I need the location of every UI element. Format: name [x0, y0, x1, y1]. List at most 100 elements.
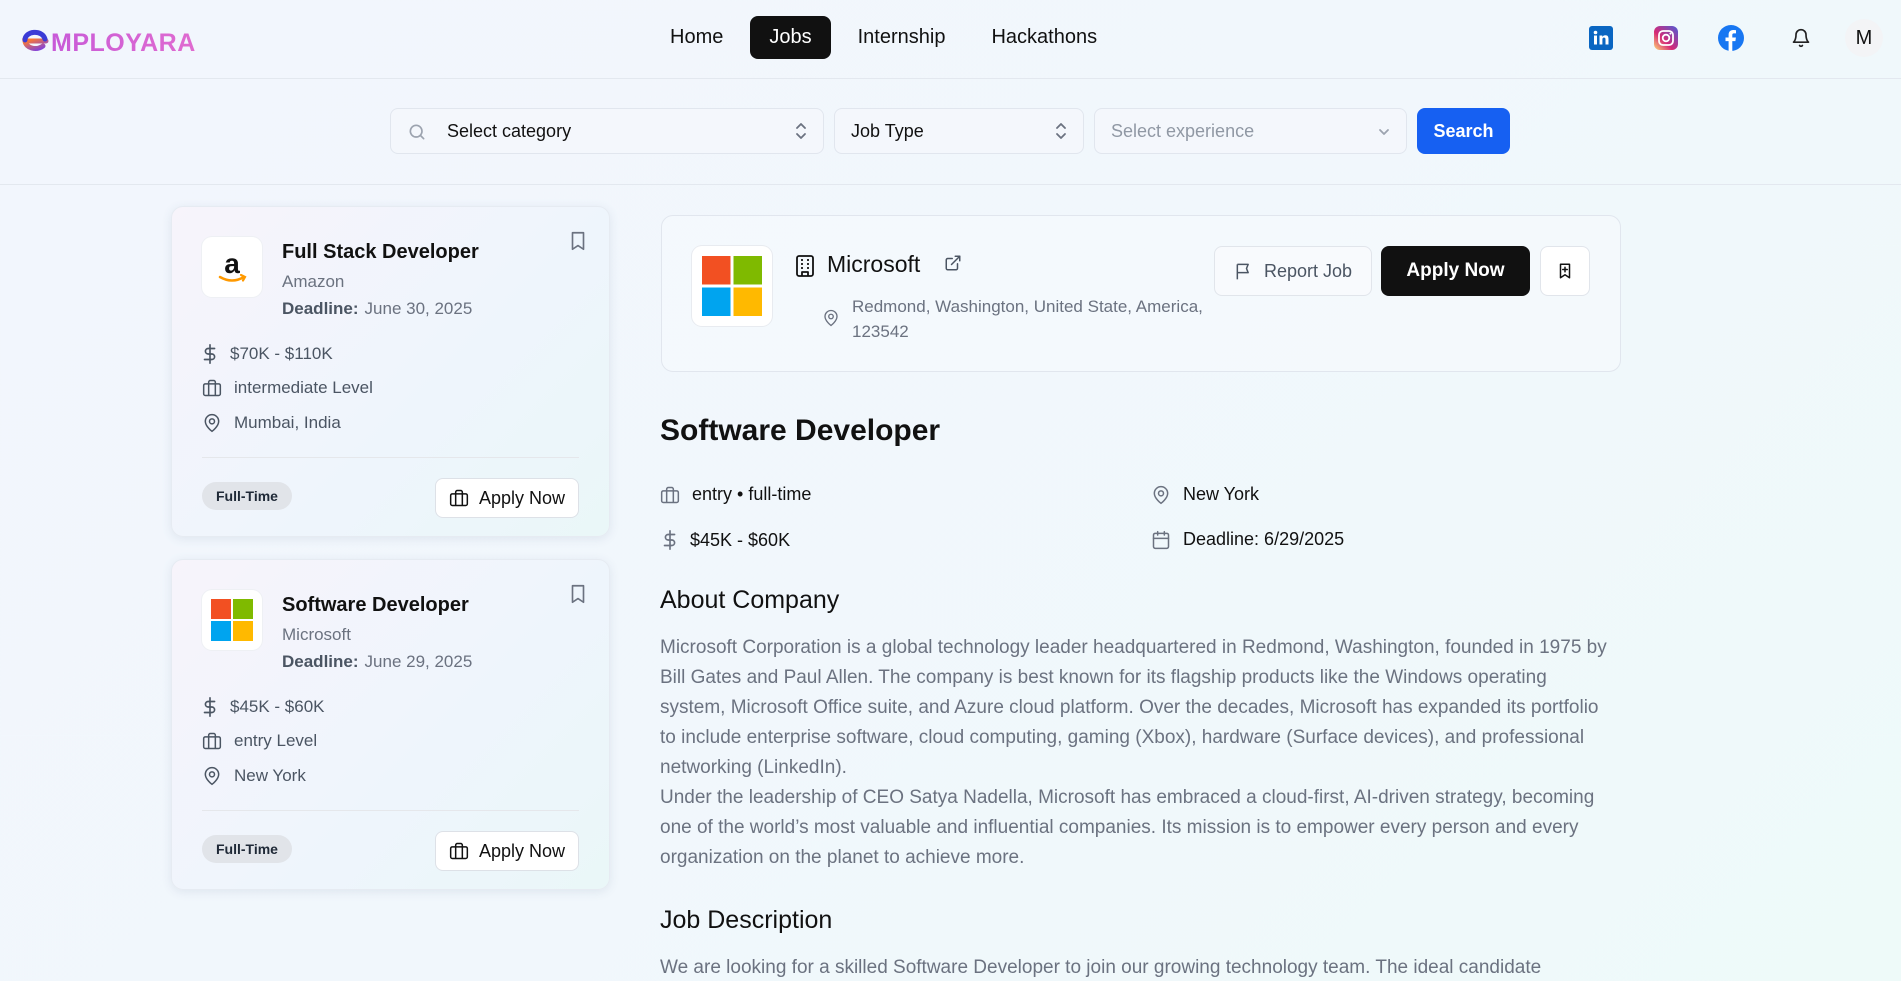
job-title[interactable]: Software Developer — [282, 594, 469, 617]
job-title[interactable]: Full Stack Developer — [282, 241, 479, 264]
report-label: Report Job — [1263, 260, 1353, 281]
level-value: entry Level — [234, 731, 318, 750]
salary: $70K - $110K — [202, 343, 333, 365]
search-bar: Select category Job Type Select experien… — [390, 108, 1510, 154]
dollar-icon — [663, 530, 676, 550]
bookmark-icon[interactable] — [567, 582, 589, 611]
main-nav: Home Jobs Internship Hackathons — [651, 16, 1116, 59]
linkedin-icon[interactable] — [1581, 18, 1621, 58]
microsoft-icon — [211, 599, 253, 641]
nav-jobs[interactable]: Jobs — [750, 16, 831, 59]
job-type-label: Job Type — [851, 120, 924, 141]
salary-value: $70K - $110K — [230, 344, 333, 363]
card-divider — [202, 457, 579, 458]
instagram-icon[interactable] — [1646, 18, 1686, 58]
briefcase-icon — [449, 842, 469, 860]
bookmark-plus-icon[interactable] — [1540, 246, 1590, 296]
microsoft-icon — [702, 256, 762, 316]
category-label: Select category — [447, 120, 572, 141]
company-logo — [692, 246, 772, 326]
job-type-badge: Full-Time — [202, 835, 292, 863]
salary-value: $45K - $60K — [690, 529, 791, 550]
deadline: Deadline: June 30, 2025 — [282, 299, 472, 319]
company-logo: a — [202, 237, 262, 297]
brand-logo[interactable]: MPLOYARA — [18, 20, 196, 60]
deadline-label: Deadline: — [282, 299, 359, 318]
nav-hackathons[interactable]: Hackathons — [972, 16, 1116, 59]
briefcase-icon — [202, 379, 222, 397]
about-paragraph: Microsoft Corporation is a global techno… — [660, 637, 1607, 778]
apply-now-button[interactable]: Apply Now — [1381, 246, 1530, 296]
job-description-paragraph: We are looking for a skilled Software De… — [660, 957, 1542, 978]
briefcase-icon — [449, 489, 469, 507]
job-card[interactable]: a Full Stack Developer Amazon Deadline: J… — [171, 206, 610, 537]
chevron-updown-icon — [796, 123, 806, 139]
logo-e-icon — [22, 29, 49, 51]
category-select[interactable]: Select category — [390, 108, 824, 154]
location-value: New York — [1183, 484, 1260, 504]
job-deadline: Deadline: 6/29/2025 — [1151, 529, 1344, 550]
deadline-label: Deadline: — [282, 652, 359, 671]
amazon-icon: a — [218, 248, 247, 282]
external-link-icon[interactable] — [944, 254, 962, 272]
map-pin-icon — [1153, 485, 1169, 504]
location: New York — [202, 766, 306, 786]
about-heading: About Company — [660, 586, 840, 614]
user-avatar[interactable]: M — [1845, 19, 1883, 57]
calendar-icon — [1152, 530, 1170, 549]
location: Mumbai, India — [202, 413, 341, 433]
location-value: Mumbai, India — [234, 413, 341, 432]
map-pin-icon — [204, 413, 220, 433]
level: entry Level — [202, 731, 317, 751]
experience-type-value: entry • full-time — [692, 484, 812, 504]
job-description-heading: Job Description — [660, 906, 833, 934]
level: intermediate Level — [202, 378, 373, 398]
experience-placeholder: Select experience — [1111, 120, 1255, 141]
flag-icon — [1236, 263, 1249, 280]
nav-internship[interactable]: Internship — [839, 16, 965, 59]
company-name: Amazon — [282, 272, 345, 291]
deadline: Deadline: June 29, 2025 — [282, 652, 472, 672]
briefcase-icon — [202, 732, 222, 750]
bookmark-icon[interactable] — [567, 229, 589, 258]
job-type-select[interactable]: Job Type — [834, 108, 1084, 154]
apply-label: Apply Now — [478, 840, 565, 861]
deadline-value: June 30, 2025 — [364, 299, 473, 318]
company-name: Microsoft — [282, 625, 351, 644]
job-card[interactable]: Software Developer Microsoft Deadline: Ju… — [171, 559, 610, 890]
apply-label: Apply Now — [478, 487, 565, 508]
map-pin-icon — [824, 309, 838, 327]
card-divider — [202, 810, 579, 811]
header-divider — [0, 184, 1901, 185]
about-paragraph: Under the leadership of CEO Satya Nadell… — [660, 787, 1595, 868]
job-type-badge: Full-Time — [202, 482, 292, 510]
svg-text:a: a — [224, 248, 240, 279]
apply-now-button[interactable]: Apply Now — [434, 831, 579, 871]
nav-home[interactable]: Home — [651, 16, 742, 59]
experience-select[interactable]: Select experience — [1094, 108, 1407, 154]
dollar-icon — [203, 344, 216, 364]
salary-value: $45K - $60K — [230, 697, 325, 716]
facebook-icon[interactable] — [1711, 18, 1751, 58]
building-icon — [796, 255, 814, 277]
deadline-value: Deadline: 6/29/2025 — [1183, 529, 1345, 549]
job-detail-header: Microsoft Redmond, Washington, United St… — [661, 215, 1621, 372]
job-salary: $45K - $60K — [662, 529, 790, 551]
location-value: New York — [234, 766, 306, 785]
chevron-down-icon — [1379, 129, 1389, 135]
bell-icon[interactable] — [1781, 18, 1821, 58]
company-name[interactable]: Microsoft — [827, 251, 920, 278]
salary: $45K - $60K — [202, 696, 325, 718]
dollar-icon — [203, 697, 216, 717]
top-header: MPLOYARA Home Jobs Internship Hackathons… — [0, 0, 1901, 79]
map-pin-icon — [204, 766, 220, 786]
job-location: New York — [1151, 484, 1259, 505]
deadline-value: June 29, 2025 — [364, 652, 473, 671]
apply-now-button[interactable]: Apply Now — [434, 478, 579, 518]
company-logo — [202, 590, 262, 650]
level-value: intermediate Level — [234, 378, 373, 397]
report-job-button[interactable]: Report Job — [1214, 246, 1372, 296]
chevron-updown-icon — [1056, 123, 1066, 139]
search-button[interactable]: Search — [1417, 108, 1510, 154]
header-actions: M — [1556, 18, 1883, 58]
